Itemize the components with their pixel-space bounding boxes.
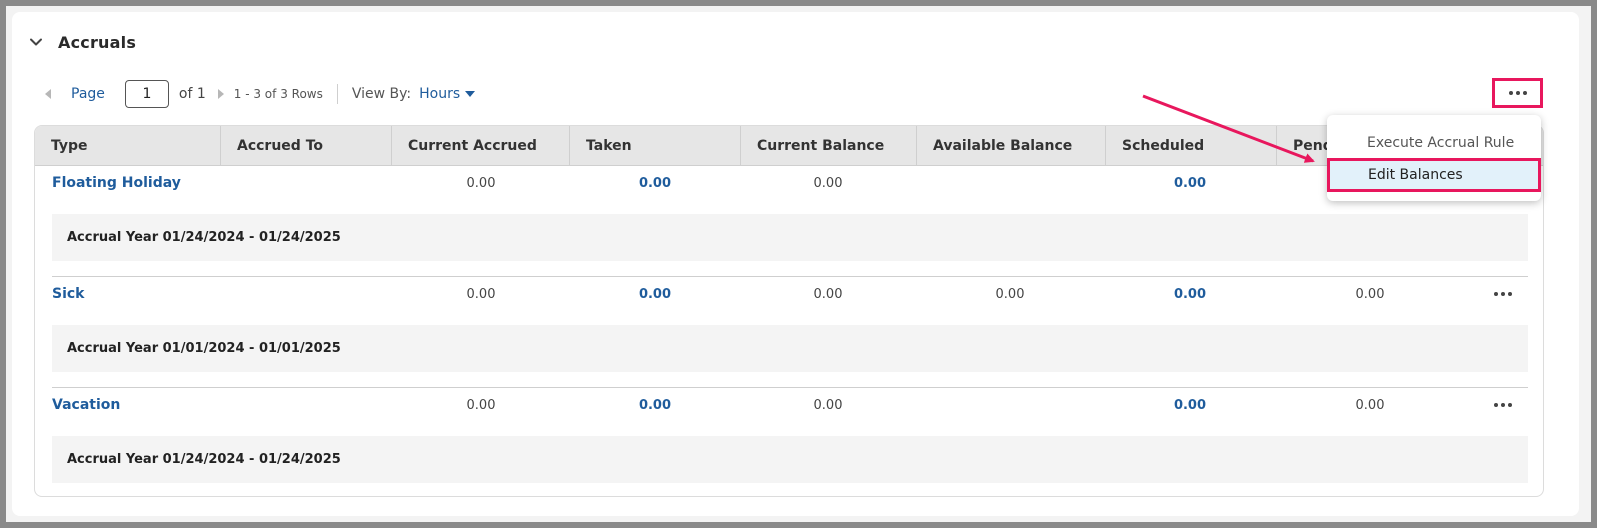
current-balance-value: 0.00 <box>813 398 843 413</box>
table-row: Floating Holiday 0.00 0.00 0.00 0.00 <box>35 169 1543 197</box>
current-accrued-value: 0.00 <box>466 287 496 302</box>
row-divider <box>52 387 1528 388</box>
current-balance-value: 0.00 <box>813 176 843 191</box>
chevron-down-icon[interactable] <box>28 34 44 50</box>
more-horizontal-icon <box>1494 292 1512 296</box>
accrual-year-row: Accrual Year 01/24/2024 - 01/24/2025 <box>52 214 1528 261</box>
accrual-type-link[interactable]: Floating Holiday <box>52 175 181 191</box>
menu-item-execute-accrual-rule[interactable]: Execute Accrual Rule <box>1327 126 1541 160</box>
accruals-panel: Accruals Page of 1 1 - 3 of 3 Rows View … <box>12 12 1579 516</box>
accrual-year-label: Accrual Year 01/01/2024 - 01/01/2025 <box>67 341 341 356</box>
accrual-year-label: Accrual Year 01/24/2024 - 01/24/2025 <box>67 452 341 467</box>
menu-item-edit-balances[interactable]: Edit Balances <box>1327 158 1541 192</box>
table-header: Type Accrued To Current Accrued Taken Cu… <box>35 126 1543 166</box>
more-horizontal-icon <box>1508 91 1527 95</box>
current-accrued-value: 0.00 <box>466 398 496 413</box>
column-header-accrued-to[interactable]: Accrued To <box>221 126 392 166</box>
accrual-type-link[interactable]: Vacation <box>52 397 120 413</box>
page-count-label: of 1 <box>178 86 206 102</box>
accrual-year-label: Accrual Year 01/24/2024 - 01/24/2025 <box>67 230 341 245</box>
column-header-scheduled[interactable]: Scheduled <box>1106 126 1277 166</box>
view-by-value: Hours <box>419 86 461 102</box>
available-balance-value: 0.00 <box>995 287 1025 302</box>
table-row: Vacation 0.00 0.00 0.00 0.00 0.00 <box>35 391 1543 419</box>
page-background: Accruals Page of 1 1 - 3 of 3 Rows View … <box>6 6 1591 522</box>
pending-value: 0.00 <box>1355 287 1385 302</box>
row-divider <box>52 276 1528 277</box>
accrual-type-link[interactable]: Sick <box>52 286 85 302</box>
row-more-actions-button[interactable] <box>1491 288 1515 300</box>
column-header-current-accrued[interactable]: Current Accrued <box>392 126 570 166</box>
current-balance-value: 0.00 <box>813 287 843 302</box>
caret-down-icon <box>465 91 476 97</box>
taken-value-link[interactable]: 0.00 <box>625 176 685 191</box>
taken-value-link[interactable]: 0.00 <box>625 287 685 302</box>
column-header-type[interactable]: Type <box>35 126 221 166</box>
page-label: Page <box>71 86 105 102</box>
accrual-year-row: Accrual Year 01/24/2024 - 01/24/2025 <box>52 436 1528 483</box>
accrual-year-row: Accrual Year 01/01/2024 - 01/01/2025 <box>52 325 1528 372</box>
caret-left-icon[interactable] <box>45 89 51 99</box>
pagination-bar: Page of 1 1 - 3 of 3 Rows View By: Hours <box>42 80 476 108</box>
more-actions-menu: Execute Accrual Rule Edit Balances <box>1327 115 1541 201</box>
more-actions-button[interactable] <box>1492 78 1543 108</box>
column-header-available-balance[interactable]: Available Balance <box>917 126 1106 166</box>
current-accrued-value: 0.00 <box>466 176 496 191</box>
caret-right-icon[interactable] <box>217 89 224 99</box>
section-title: Accruals <box>58 32 137 52</box>
table-row: Sick 0.00 0.00 0.00 0.00 0.00 0.00 <box>35 280 1543 308</box>
row-more-actions-button[interactable] <box>1491 399 1515 411</box>
section-header[interactable]: Accruals <box>28 30 136 54</box>
pending-value: 0.00 <box>1355 398 1385 413</box>
view-by-dropdown[interactable]: Hours <box>419 86 476 102</box>
column-header-current-balance[interactable]: Current Balance <box>741 126 917 166</box>
rows-count-label: 1 - 3 of 3 Rows <box>233 87 323 101</box>
view-by-label: View By: <box>351 86 412 102</box>
page-number-input[interactable] <box>124 80 169 108</box>
scheduled-value-link[interactable]: 0.00 <box>1160 398 1220 413</box>
divider <box>336 84 338 104</box>
scheduled-value-link[interactable]: 0.00 <box>1160 176 1220 191</box>
column-header-taken[interactable]: Taken <box>570 126 741 166</box>
more-horizontal-icon <box>1494 403 1512 407</box>
taken-value-link[interactable]: 0.00 <box>625 398 685 413</box>
accruals-table: Type Accrued To Current Accrued Taken Cu… <box>34 125 1544 497</box>
scheduled-value-link[interactable]: 0.00 <box>1160 287 1220 302</box>
